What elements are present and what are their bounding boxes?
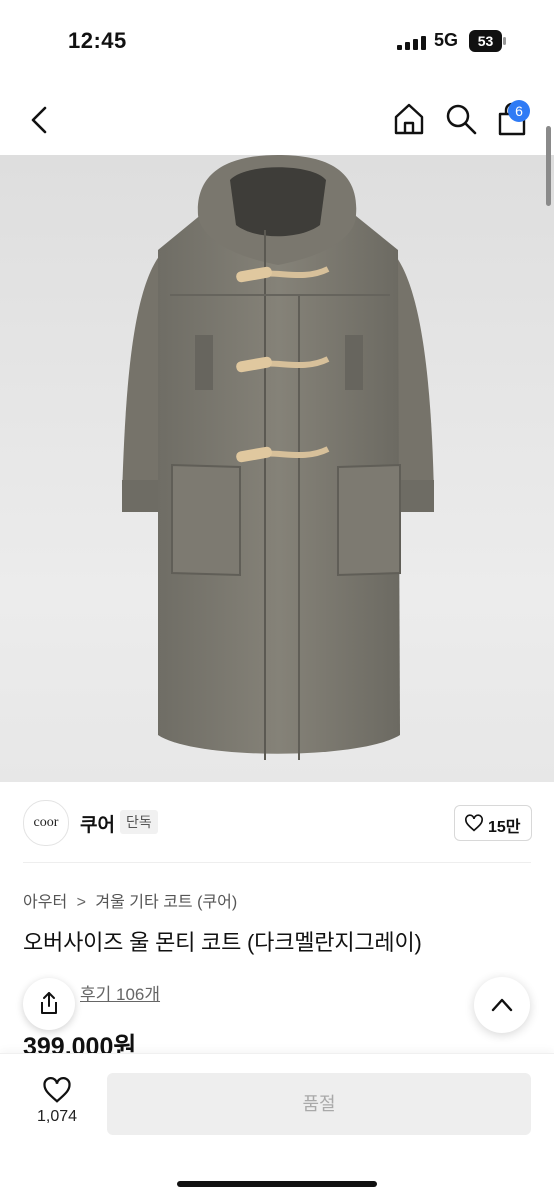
chevron-up-icon xyxy=(491,998,513,1012)
breadcrumb: 아우터 > 겨울 기타 코트 (쿠어) xyxy=(23,888,237,912)
home-button[interactable] xyxy=(390,100,428,138)
wishlist-count: 1,074 xyxy=(36,1108,78,1125)
home-icon xyxy=(394,103,424,135)
wishlist-button[interactable] xyxy=(42,1076,72,1104)
share-button[interactable] xyxy=(23,978,75,1030)
search-icon xyxy=(446,104,477,135)
breadcrumb-separator: > xyxy=(76,894,86,911)
exclusive-badge: 단독 xyxy=(120,810,158,834)
home-indicator xyxy=(177,1181,377,1187)
coat-illustration xyxy=(122,155,434,760)
reviews-link[interactable]: 후기 106개 xyxy=(80,980,160,1005)
brand-name[interactable]: 쿠어 xyxy=(80,810,115,837)
back-button[interactable] xyxy=(22,102,58,138)
product-image[interactable] xyxy=(0,155,554,782)
network-label: 5G xyxy=(434,30,459,50)
search-button[interactable] xyxy=(442,100,480,138)
scroll-indicator xyxy=(546,126,551,206)
product-title: 오버사이즈 울 몬티 코트 (다크멜란지그레이) xyxy=(23,930,422,955)
signal-icon xyxy=(397,36,426,50)
divider xyxy=(23,862,531,863)
brand-like-count: 15만 xyxy=(488,819,521,836)
cart-count-badge: 6 xyxy=(508,100,530,122)
share-icon xyxy=(41,992,57,1014)
battery-level: 53 xyxy=(477,33,494,49)
breadcrumb-item-subcategory[interactable]: 겨울 기타 코트 (쿠어) xyxy=(95,888,237,912)
brand-logo[interactable]: coor xyxy=(23,800,69,846)
heart-icon xyxy=(43,1077,71,1103)
breadcrumb-item-category[interactable]: 아우터 xyxy=(23,888,67,912)
battery-icon: 53 xyxy=(469,30,507,52)
heart-icon xyxy=(465,814,483,832)
scroll-top-button[interactable] xyxy=(474,977,530,1033)
status-time: 12:45 xyxy=(68,28,127,53)
brand-like-button[interactable]: 15만 xyxy=(454,805,532,841)
soldout-button[interactable]: 품절 xyxy=(107,1073,531,1135)
back-icon xyxy=(31,106,47,134)
